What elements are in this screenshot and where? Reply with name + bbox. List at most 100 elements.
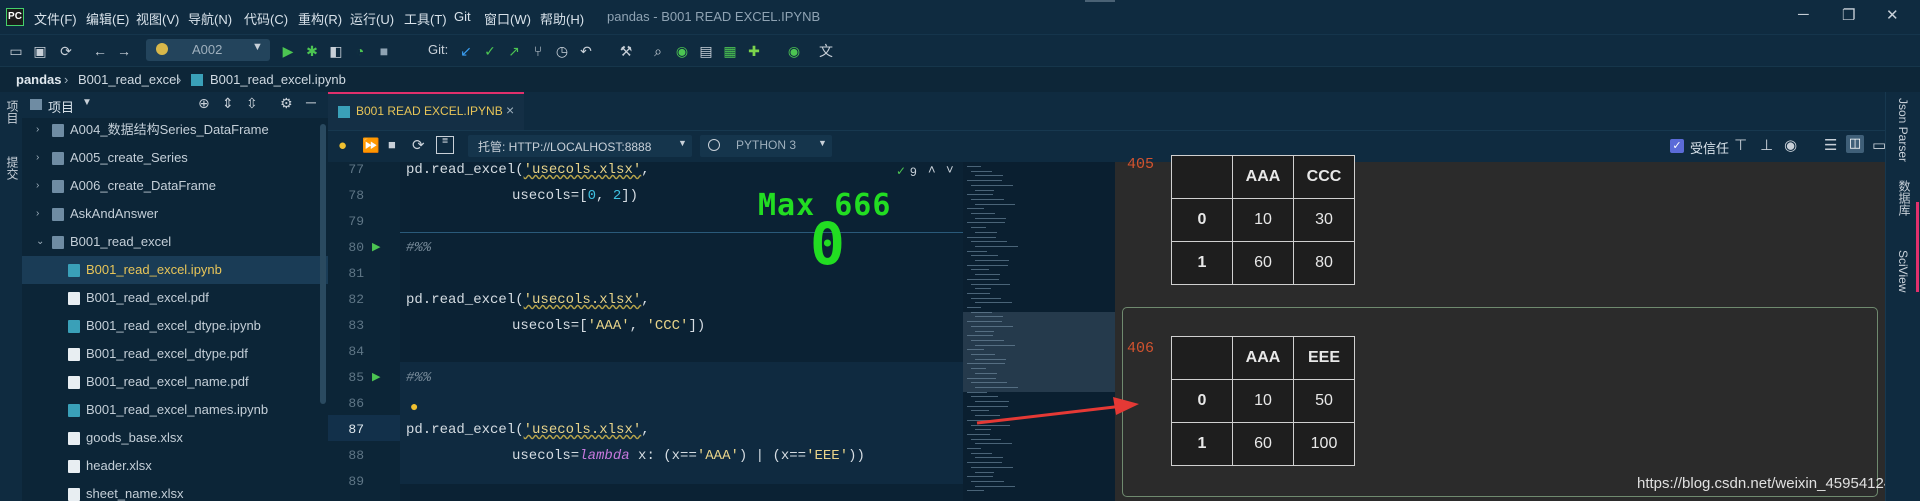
translate-icon[interactable]: 文 (818, 43, 834, 59)
run-cell-icon[interactable]: ▶ (372, 240, 380, 253)
menu-navigate[interactable]: 导航(N) (188, 9, 232, 28)
chevron-down-icon[interactable]: ˅ (946, 162, 954, 177)
menu-tools[interactable]: 工具(T) (404, 9, 447, 28)
layout-icon[interactable]: ▦ (722, 43, 738, 59)
chevron-right-icon[interactable]: › (36, 172, 39, 200)
chevron-right-icon[interactable]: › (36, 144, 39, 172)
tree-file-item[interactable]: B001_read_excel_name.pdf (22, 368, 328, 396)
breadcrumb-project[interactable]: pandas (16, 72, 62, 87)
tree-folder-item[interactable]: › A006_create_DataFrame (22, 172, 328, 200)
open-folder-icon[interactable]: ▭ (8, 43, 24, 59)
coverage-icon[interactable]: ◧ (328, 43, 344, 59)
save-icon[interactable]: ▣ (32, 43, 48, 59)
pin-icon[interactable]: ⊤ (1734, 136, 1747, 154)
settings-wrench-icon[interactable]: ⚒ (618, 43, 634, 59)
menu-run[interactable]: 运行(U) (350, 9, 394, 28)
menu-refactor[interactable]: 重构(R) (298, 9, 342, 28)
tree-file-item[interactable]: B001_read_excel.pdf (22, 284, 328, 312)
debug-icon[interactable]: ✱ (304, 43, 320, 59)
run-cell-icon[interactable]: ▶ (372, 370, 380, 383)
git-branch-icon[interactable]: ⑂ (530, 43, 546, 59)
table-cell: 10 (1232, 379, 1294, 423)
run-icon[interactable]: ▶ (280, 43, 296, 59)
chevron-down-icon[interactable]: ▼ (82, 97, 92, 108)
menu-help[interactable]: 帮助(H) (540, 9, 584, 28)
find-usage-icon[interactable]: ◉ (674, 43, 690, 59)
close-window-button[interactable]: ✕ (1886, 6, 1899, 24)
pin-all-icon[interactable]: ⊥ (1760, 136, 1773, 154)
git-push-icon[interactable]: ↗ (506, 43, 522, 59)
inspection-ok-icon[interactable]: ✓ (896, 164, 906, 178)
profile-icon[interactable]: ◔ (352, 43, 368, 59)
run-configuration-select[interactable]: A002 ▼ (146, 39, 270, 61)
project-scrollbar[interactable] (320, 124, 326, 404)
back-arrow-icon[interactable]: ← (92, 43, 108, 59)
collapse-all-icon[interactable]: ⇳ (246, 95, 258, 112)
chevron-down-icon[interactable]: ⌄ (36, 228, 44, 256)
menu-view[interactable]: 视图(V) (136, 9, 179, 28)
menu-code[interactable]: 代码(C) (244, 9, 288, 28)
expand-all-icon[interactable]: ⇕ (222, 95, 234, 112)
tree-file-item[interactable]: header.xlsx (22, 452, 328, 480)
server-select[interactable]: 托管: HTTP://LOCALHOST:8888 ▼ (468, 135, 692, 157)
menu-edit[interactable]: 编辑(E) (86, 9, 129, 28)
tab-b001-read-excel[interactable]: B001 READ EXCEL.IPYNB × (328, 92, 524, 130)
search-icon[interactable]: ⌕ (650, 43, 666, 59)
chevron-right-icon[interactable]: › (36, 118, 39, 144)
menu-file[interactable]: 文件(F) (34, 9, 77, 28)
tree-file-item[interactable]: B001_read_excel_dtype.ipynb (22, 312, 328, 340)
minimap-line (975, 217, 1006, 219)
git-commit-icon[interactable]: ✓ (482, 43, 498, 59)
project-panel-title[interactable]: 项目 (48, 97, 74, 116)
forward-arrow-icon[interactable]: → (116, 43, 132, 59)
bulb-icon[interactable]: ● (338, 137, 347, 154)
tree-folder-item[interactable]: › A004_数据结构Series_DataFrame (22, 118, 328, 144)
kernel-select[interactable]: PYTHON 3 ▼ (700, 135, 832, 157)
code-with-me-icon[interactable]: ◉ (786, 43, 802, 59)
project-tool-button[interactable]: 项目 (4, 100, 21, 124)
stop-kernel-icon[interactable]: ■ (388, 137, 396, 152)
plugin-icon[interactable]: ✚ (746, 43, 762, 59)
bulb-icon[interactable]: ● (410, 398, 418, 414)
split-view-icon[interactable]: ◫ (1846, 135, 1864, 153)
structure-icon[interactable]: ▤ (698, 43, 714, 59)
json-parser-tool-button[interactable]: Json Parser (1896, 98, 1910, 162)
tree-file-item[interactable]: goods_base.xlsx (22, 424, 328, 452)
breadcrumb-file[interactable]: B001_read_excel.ipynb (210, 72, 346, 87)
gear-icon[interactable]: ⚙ (280, 95, 293, 112)
commit-tool-button[interactable]: 提交 (4, 156, 21, 180)
clear-outputs-icon[interactable]: ≣ (436, 136, 454, 154)
menu-git[interactable]: Git (454, 9, 471, 24)
editor-only-icon[interactable]: ☰ (1824, 136, 1837, 154)
minimap[interactable] (963, 162, 1115, 501)
tree-folder-item[interactable]: ⌄ B001_read_excel (22, 228, 328, 256)
chevron-right-icon[interactable]: › (36, 200, 39, 228)
run-all-icon[interactable]: ⏩ (362, 137, 379, 154)
tree-file-item[interactable]: B001_read_excel_names.ipynb (22, 396, 328, 424)
restart-kernel-icon[interactable]: ⟳ (412, 136, 425, 154)
tree-file-item[interactable]: B001_read_excel.ipynb (22, 256, 328, 284)
tree-folder-item[interactable]: › A005_create_Series (22, 144, 328, 172)
breadcrumb-folder[interactable]: B001_read_excel (78, 72, 179, 87)
tab-close-icon[interactable]: × (506, 102, 514, 118)
history-icon[interactable]: ◷ (554, 43, 570, 59)
tree-file-item[interactable]: B001_read_excel_dtype.pdf (22, 340, 328, 368)
database-tool-button[interactable]: 数据库 (1896, 180, 1913, 216)
hide-panel-icon[interactable]: ─ (306, 94, 316, 110)
git-update-icon[interactable]: ↙ (458, 43, 474, 59)
tree-folder-item[interactable]: › AskAndAnswer (22, 200, 328, 228)
chevron-up-icon[interactable]: ˄ (928, 162, 936, 177)
restore-button[interactable]: ❐ (1842, 6, 1855, 24)
locate-icon[interactable]: ⊕ (198, 95, 210, 112)
tree-file-item[interactable]: sheet_name.xlsx (22, 480, 328, 501)
minimize-button[interactable]: ─ (1798, 6, 1809, 23)
rollback-icon[interactable]: ↶ (578, 43, 594, 59)
menu-window[interactable]: 窗口(W) (484, 9, 531, 28)
stop-icon[interactable]: ■ (376, 43, 392, 59)
code-editor[interactable]: pd.read_excel('usecols.xlsx', usecols=[0… (400, 162, 963, 501)
sync-icon[interactable]: ⟳ (58, 43, 74, 59)
trusted-checkbox[interactable]: ✓ (1670, 139, 1684, 153)
preview-icon[interactable]: ◉ (1784, 136, 1797, 154)
sciview-tool-button[interactable]: SciView (1896, 250, 1910, 292)
table-corner (1171, 155, 1233, 199)
